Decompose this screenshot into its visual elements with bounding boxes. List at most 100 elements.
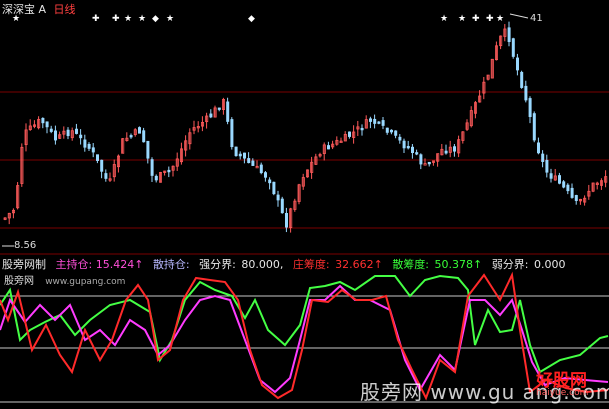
signal-marker: ✚ <box>486 14 494 24</box>
candle-body <box>402 140 406 149</box>
candle-body <box>142 130 146 143</box>
candle-body <box>154 175 158 181</box>
candle-body <box>389 129 393 133</box>
candle-body <box>520 71 524 88</box>
candle-body <box>137 127 141 134</box>
control-value: 32.662↑ <box>335 258 383 271</box>
candle-body <box>230 119 234 148</box>
period-label: 日线 <box>53 3 76 16</box>
strong-boundary-label: 强分界: <box>199 258 236 271</box>
candle-body <box>263 172 267 178</box>
signal-marker: ★ <box>496 14 504 24</box>
candle-body <box>415 152 419 155</box>
candle-body <box>83 139 87 148</box>
candle-body <box>419 154 423 165</box>
candle-body <box>427 161 431 165</box>
chart-window: ★ ✚ ✚ ★ ★ ◆ ★ ◆ ★ ★ ✚ ✚ ★ 深深宝 A 日线 41 8.56 股旁网制 主持仓:… <box>0 0 609 409</box>
candle-body <box>558 175 562 184</box>
chart-title-bar: 深深宝 A 日线 <box>2 1 76 17</box>
candle-body <box>268 179 272 184</box>
candle-body <box>276 194 280 201</box>
candle-body <box>406 145 410 149</box>
candle-body <box>247 158 251 164</box>
candle-body <box>562 181 566 188</box>
app-name: 深深宝 <box>2 3 35 16</box>
candle-body <box>146 140 150 159</box>
candle-body <box>41 117 45 124</box>
candle-body <box>410 146 414 154</box>
candle-body <box>234 146 238 157</box>
signal-marker: ★ <box>440 14 448 24</box>
candle-body <box>87 143 91 149</box>
signal-marker: ✚ <box>92 14 100 24</box>
candle-body <box>91 147 95 153</box>
candle-body <box>66 129 70 137</box>
signal-marker: ✚ <box>112 14 120 24</box>
candle-body <box>507 27 511 42</box>
candle-body <box>75 128 79 134</box>
candle-body <box>549 173 553 179</box>
candle-body <box>79 134 83 139</box>
indicator-name: 股旁网制 <box>2 258 46 271</box>
indicator-legend: 股旁网制 主持仓: 15.424↑ 散持仓: 强分界: 80.000, 庄筹度:… <box>2 256 565 272</box>
candle-body <box>444 150 448 154</box>
signal-marker: ✚ <box>472 14 480 24</box>
candle-body <box>150 159 154 176</box>
candle-body <box>129 135 133 138</box>
app-mark: A <box>38 3 47 16</box>
candle-body <box>54 130 58 141</box>
site-caption: 股旁网 www.gupang.com <box>4 272 125 287</box>
candle-body <box>532 113 536 141</box>
candle-body <box>545 159 549 173</box>
high-pointer <box>509 13 529 19</box>
candle-body <box>104 173 108 179</box>
candle-body <box>360 127 364 131</box>
candle-body <box>368 118 372 122</box>
strong-boundary-value: 80.000, <box>241 258 284 271</box>
candle-body <box>381 120 385 126</box>
candle-body <box>541 153 545 162</box>
candle-body <box>251 160 255 166</box>
logo-url: haiyue.com <box>536 388 589 398</box>
candle-body <box>537 142 541 154</box>
candle-body <box>511 38 515 57</box>
candle-body <box>280 198 284 214</box>
candle-body <box>242 152 246 159</box>
dispersed-label: 散持仓: <box>152 258 190 271</box>
candle-body <box>423 163 427 166</box>
signal-markers: ★ ✚ ✚ ★ ★ ◆ ★ ◆ ★ ★ ✚ ✚ ★ <box>12 14 504 24</box>
candle-body <box>209 113 213 118</box>
candle-body <box>259 164 263 174</box>
candle-body <box>452 146 456 152</box>
candle-body <box>49 128 53 132</box>
candle-body <box>347 131 351 137</box>
weak-boundary-label: 弱分界: <box>491 258 529 271</box>
site-url: www.gupang.com <box>45 277 126 287</box>
signal-marker: ◆ <box>152 14 159 24</box>
site-name: 股旁网 <box>4 276 34 287</box>
high-price-label: 41 <box>530 13 543 24</box>
scatter-value: 50.378↑ <box>434 258 483 271</box>
candle-body <box>226 101 230 122</box>
candle-body <box>398 136 402 141</box>
candle-body <box>574 195 578 201</box>
candle-body <box>516 57 520 71</box>
candle-body <box>167 169 171 173</box>
candle-body <box>238 153 242 157</box>
signal-marker: ★ <box>138 14 146 24</box>
candle-body <box>524 85 528 101</box>
candle-body <box>566 184 570 192</box>
low-price-label: 8.56 <box>14 240 37 251</box>
candle-body <box>377 121 381 124</box>
signal-marker: ◆ <box>248 14 255 24</box>
candle-body <box>45 121 49 128</box>
weak-boundary-value: 0.000 <box>533 258 566 271</box>
candle-body <box>528 98 532 118</box>
candle-body <box>272 181 276 195</box>
candle-body <box>326 145 330 150</box>
candle-body <box>100 159 104 172</box>
candle-body <box>284 213 288 228</box>
candle-body <box>217 107 221 110</box>
control-label: 庄筹度: <box>292 258 330 271</box>
candlestick-series <box>3 21 608 233</box>
